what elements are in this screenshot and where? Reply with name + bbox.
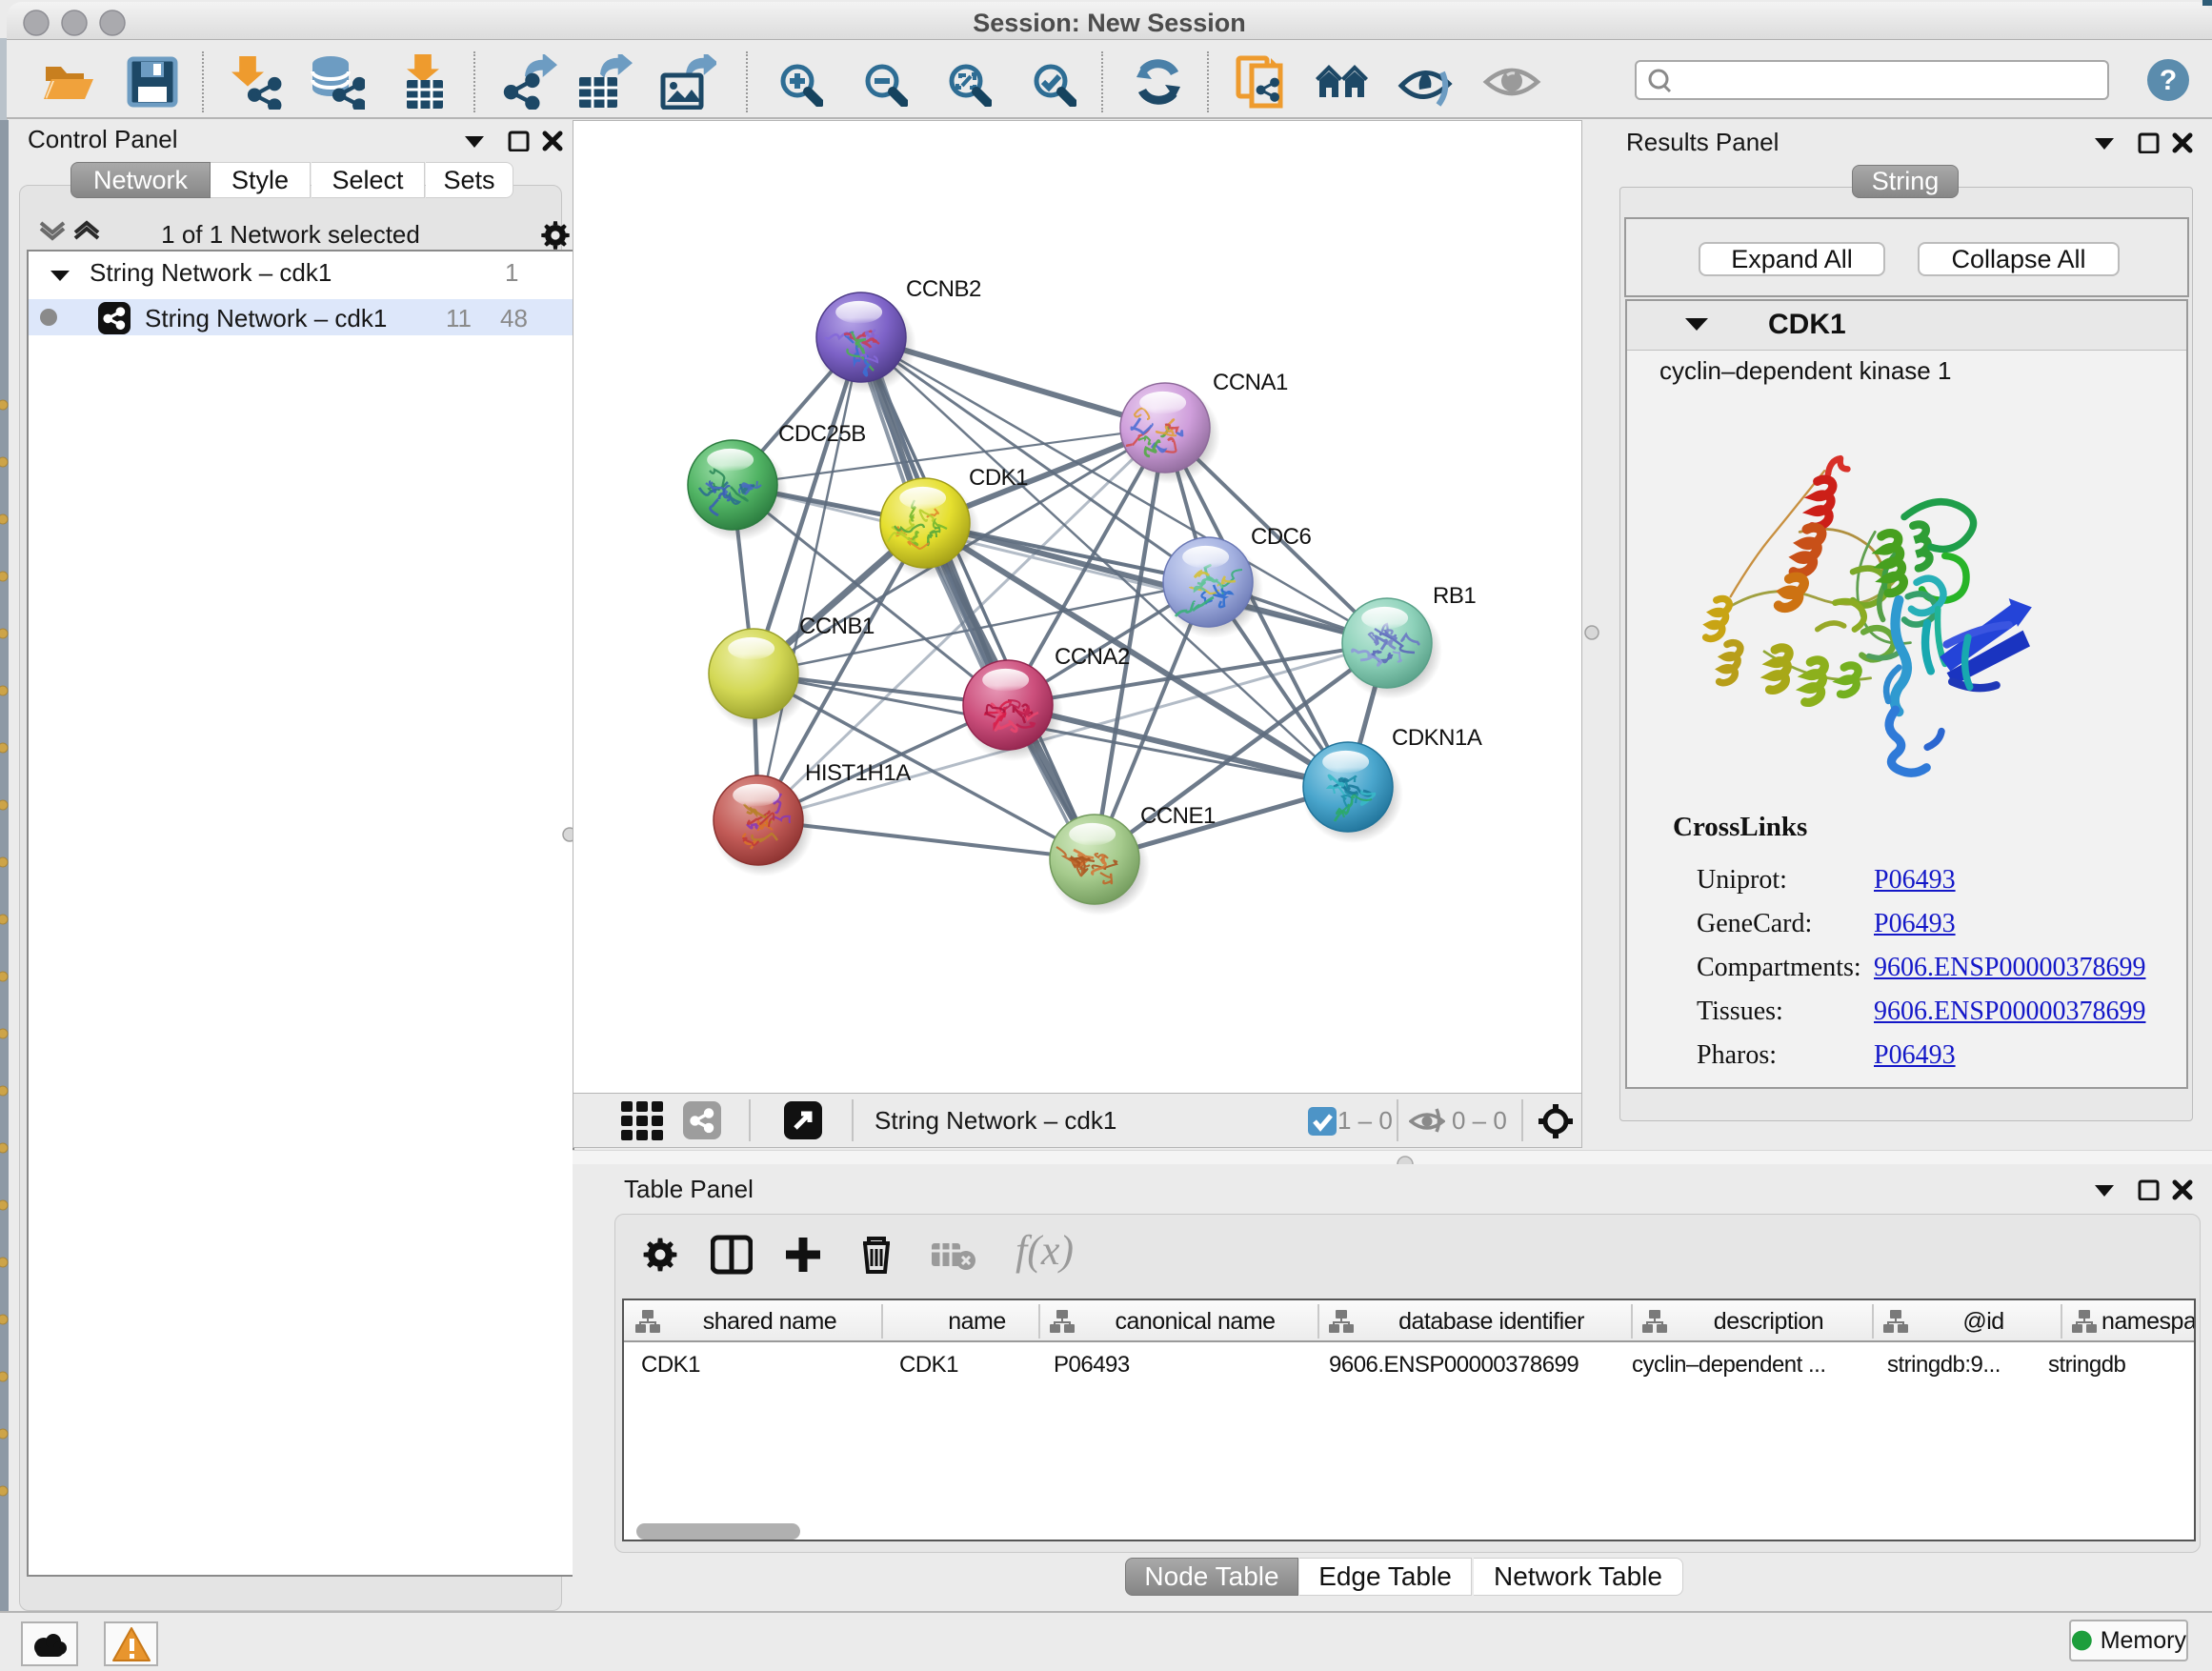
- svg-text:CCNE1: CCNE1: [1140, 803, 1216, 829]
- svg-text:RB1: RB1: [1433, 583, 1476, 609]
- svg-text:CDKN1A: CDKN1A: [1392, 725, 1482, 751]
- svg-text:?: ?: [2160, 65, 2177, 96]
- svg-text:CDK1: CDK1: [969, 465, 1028, 491]
- svg-text:CCNB2: CCNB2: [906, 276, 981, 302]
- svg-text:HIST1H1A: HIST1H1A: [805, 760, 911, 786]
- svg-text:CCNA1: CCNA1: [1213, 370, 1288, 395]
- svg-text:CDC25B: CDC25B: [778, 421, 866, 447]
- svg-text:CDC6: CDC6: [1251, 524, 1311, 550]
- svg-text:CCNB1: CCNB1: [799, 614, 875, 639]
- svg-text:CCNA2: CCNA2: [1055, 644, 1130, 670]
